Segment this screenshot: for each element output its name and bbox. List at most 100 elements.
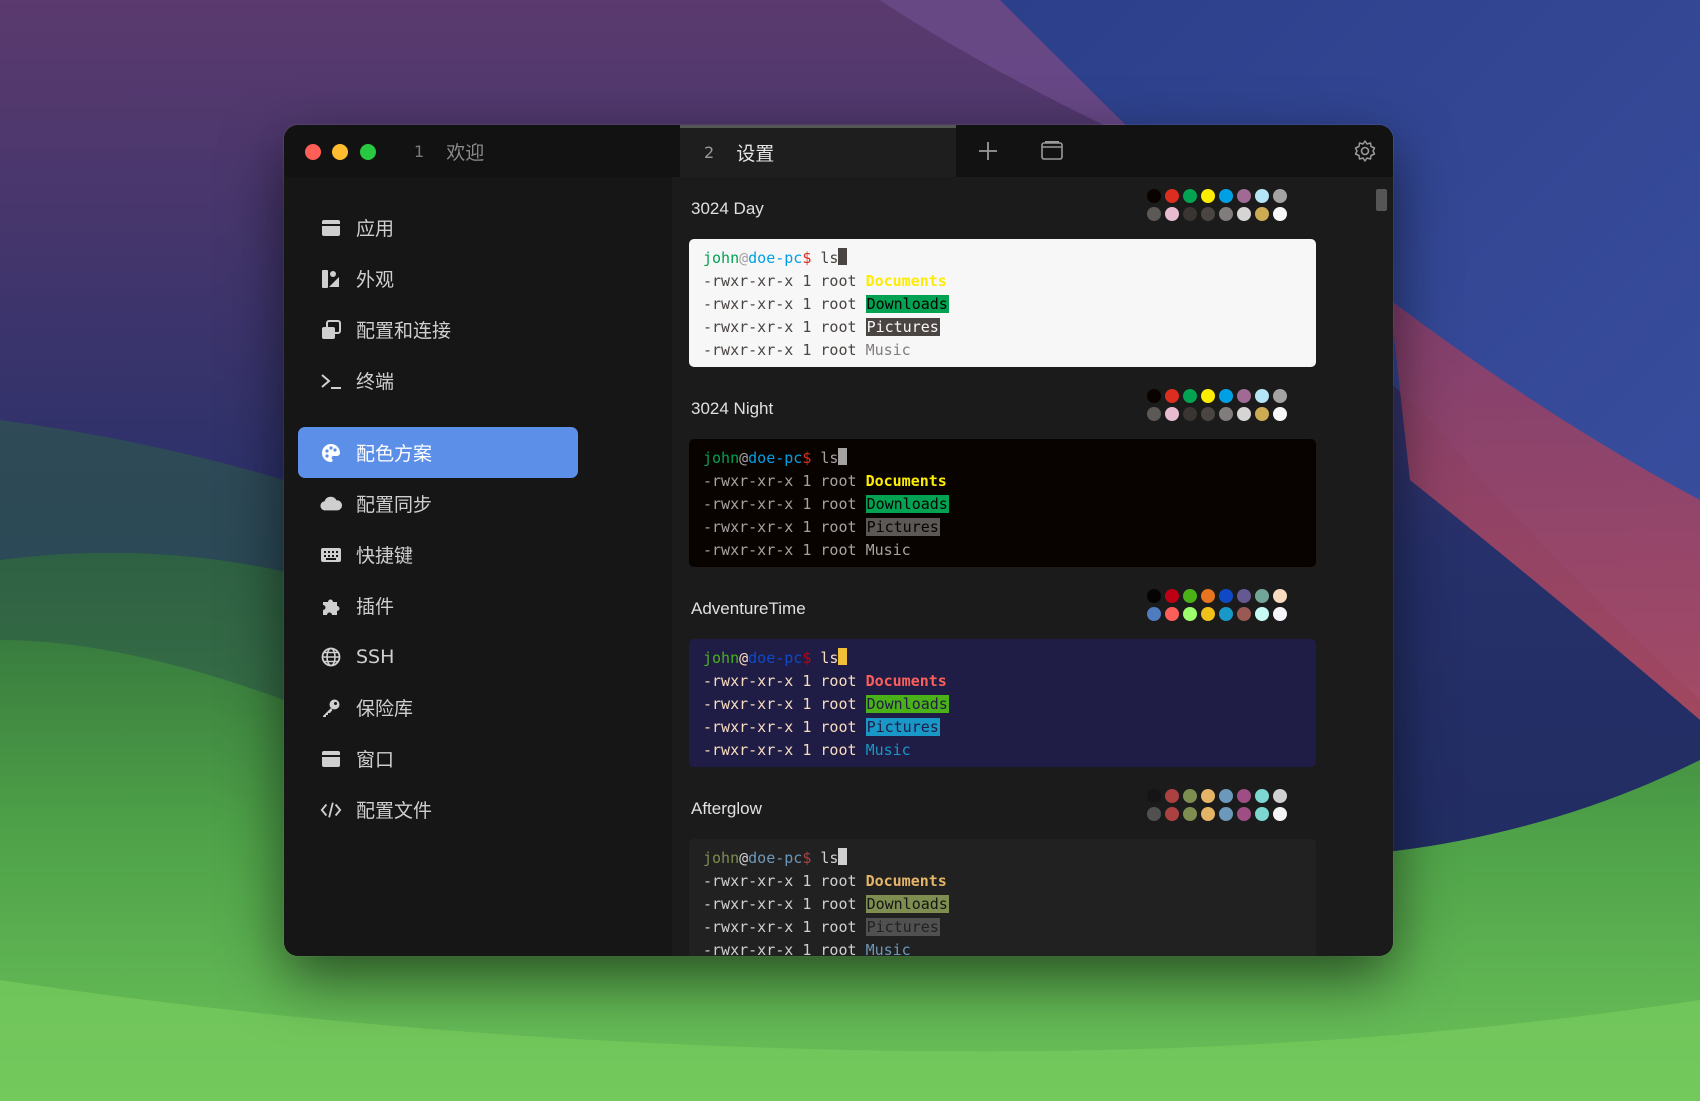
- listing-line: -rwxr-xr-x 1 root Music: [703, 739, 1302, 762]
- color-scheme-card[interactable]: Afterglow john@doe-pc$ ls -rwxr-xr-x 1 roo…: [672, 789, 1393, 956]
- file-permissions: -rwxr-xr-x 1 root: [703, 495, 866, 513]
- sidebar-item-hotkeys[interactable]: 快捷键: [298, 529, 578, 580]
- color-swatch: [1273, 807, 1287, 821]
- scheme-name: 3024 Night: [691, 399, 774, 418]
- sidebar-item-config-file[interactable]: 配置文件: [298, 784, 578, 835]
- keyboard-icon: [320, 544, 342, 566]
- app-window: 1 欢迎 2 设置 应用 外观 配置和连接 终端 配色方案 配置同步 快捷键 插…: [284, 125, 1393, 956]
- file-permissions: -rwxr-xr-x 1 root: [703, 918, 866, 936]
- sidebar-item-profiles[interactable]: 配置和连接: [298, 304, 578, 355]
- color-swatch: [1219, 207, 1233, 221]
- sidebar-item-label: 应用: [356, 218, 395, 240]
- text-cursor: [838, 848, 848, 865]
- text-cursor: [838, 248, 848, 265]
- prompt-host: doe-pc: [748, 449, 803, 467]
- color-swatch: [1237, 207, 1251, 221]
- file-name: Pictures: [865, 718, 940, 736]
- color-swatch: [1237, 389, 1251, 403]
- color-scheme-card[interactable]: 3024 Day john@doe-pc$ ls -rwxr-xr-x 1 root…: [672, 189, 1393, 389]
- prompt-host: doe-pc: [748, 849, 803, 867]
- globe-icon: [320, 646, 342, 668]
- zoom-window-button[interactable]: [360, 144, 376, 160]
- color-swatch: [1273, 607, 1287, 621]
- gear-icon[interactable]: [1352, 138, 1378, 164]
- code-icon: [320, 799, 342, 821]
- sidebar-item-label: 配置文件: [356, 800, 433, 822]
- color-swatch: [1273, 389, 1287, 403]
- prompt-host: doe-pc: [748, 249, 803, 267]
- listing-line: -rwxr-xr-x 1 root Music: [703, 339, 1302, 362]
- palette-swatches: [1147, 589, 1297, 625]
- color-scheme-list[interactable]: 3024 Day john@doe-pc$ ls -rwxr-xr-x 1 root…: [672, 177, 1393, 956]
- color-swatch: [1255, 589, 1269, 603]
- file-permissions: -rwxr-xr-x 1 root: [703, 718, 866, 736]
- appearance-icon: [320, 268, 342, 290]
- listing-line: -rwxr-xr-x 1 root Music: [703, 939, 1302, 956]
- color-swatch: [1183, 589, 1197, 603]
- minimize-window-button[interactable]: [332, 144, 348, 160]
- listing-line: -rwxr-xr-x 1 root Downloads: [703, 893, 1302, 916]
- sidebar-item-vault[interactable]: 保险库: [298, 682, 578, 733]
- color-swatch: [1273, 589, 1287, 603]
- sidebar-item-appearance[interactable]: 外观: [298, 253, 578, 304]
- prompt-at: @: [739, 449, 749, 467]
- file-permissions: -rwxr-xr-x 1 root: [703, 318, 866, 336]
- plus-icon[interactable]: [975, 138, 1001, 164]
- color-swatch: [1255, 607, 1269, 621]
- settings-sidebar: 应用 外观 配置和连接 终端 配色方案 配置同步 快捷键 插件 SSH 保险库 …: [284, 177, 672, 956]
- profiles-icon: [320, 319, 342, 341]
- sidebar-item-label: 配置同步: [356, 494, 433, 516]
- sidebar-item-label: 配置和连接: [356, 320, 452, 342]
- palette-swatches: [1147, 389, 1297, 425]
- sidebar-item-window[interactable]: 窗口: [298, 733, 578, 784]
- palette-swatches: [1147, 189, 1297, 225]
- prompt-user: john: [703, 649, 740, 667]
- color-scheme-card[interactable]: 3024 Night john@doe-pc$ ls -rwxr-xr-x 1 ro…: [672, 389, 1393, 589]
- key-icon: [320, 697, 342, 719]
- file-name: Documents: [865, 872, 947, 890]
- tab-label: 欢迎: [446, 141, 485, 164]
- file-permissions: -rwxr-xr-x 1 root: [703, 695, 866, 713]
- color-swatch: [1255, 189, 1269, 203]
- color-swatch: [1219, 389, 1233, 403]
- color-swatch: [1201, 607, 1215, 621]
- sidebar-item-terminal[interactable]: 终端: [298, 355, 578, 406]
- tab-welcome[interactable]: 1 欢迎: [414, 125, 664, 177]
- color-swatch: [1201, 207, 1215, 221]
- close-window-button[interactable]: [305, 144, 321, 160]
- color-swatch: [1183, 207, 1197, 221]
- color-scheme-card[interactable]: AdventureTime john@doe-pc$ ls -rwxr-xr-x 1…: [672, 589, 1393, 789]
- listing-line: -rwxr-xr-x 1 root Music: [703, 539, 1302, 562]
- prompt-user: john: [703, 849, 740, 867]
- sidebar-item-ssh[interactable]: SSH: [298, 631, 578, 682]
- listing-line: -rwxr-xr-x 1 root Documents: [703, 670, 1302, 693]
- color-swatch: [1237, 789, 1251, 803]
- file-name: Music: [865, 541, 911, 559]
- tab-settings[interactable]: 2 设置: [680, 125, 956, 177]
- sidebar-item-plugins[interactable]: 插件: [298, 580, 578, 631]
- sidebar-item-color-scheme[interactable]: 配色方案: [298, 427, 578, 478]
- file-permissions: -rwxr-xr-x 1 root: [703, 741, 866, 759]
- file-name: Pictures: [865, 918, 940, 936]
- color-swatch: [1237, 589, 1251, 603]
- color-swatch: [1273, 789, 1287, 803]
- prompt-command: ls: [811, 649, 839, 667]
- color-swatch: [1219, 189, 1233, 203]
- listing-line: -rwxr-xr-x 1 root Documents: [703, 870, 1302, 893]
- file-name: Downloads: [865, 295, 949, 313]
- color-swatch: [1183, 389, 1197, 403]
- file-permissions: -rwxr-xr-x 1 root: [703, 672, 866, 690]
- window-icon: [320, 748, 342, 770]
- sidebar-item-label: 保险库: [356, 698, 414, 720]
- color-swatch: [1183, 189, 1197, 203]
- color-swatch: [1237, 189, 1251, 203]
- listing-line: -rwxr-xr-x 1 root Pictures: [703, 516, 1302, 539]
- prompt-at: @: [739, 849, 749, 867]
- sidebar-item-config-sync[interactable]: 配置同步: [298, 478, 578, 529]
- sidebar-item-label: 外观: [356, 269, 395, 291]
- prompt-command: ls: [811, 449, 839, 467]
- file-permissions: -rwxr-xr-x 1 root: [703, 518, 866, 536]
- window-icon[interactable]: [1039, 138, 1065, 164]
- prompt-user: john: [703, 449, 740, 467]
- sidebar-item-application[interactable]: 应用: [298, 202, 578, 253]
